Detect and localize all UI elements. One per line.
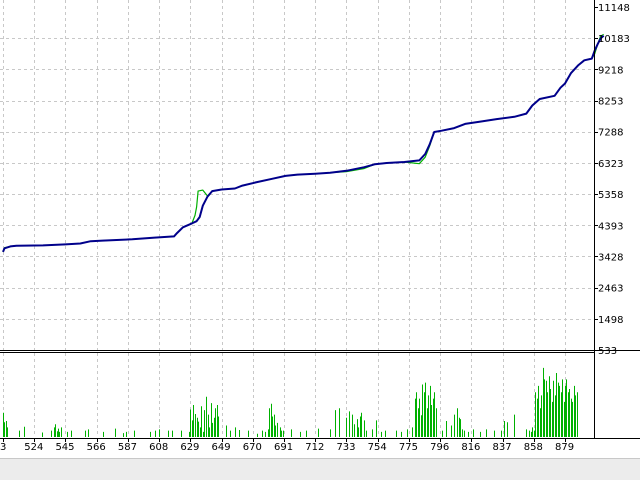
y-tick-label: 10183 (598, 34, 630, 45)
y-tick-label: 3428 (598, 252, 623, 263)
equity-line (2, 33, 604, 253)
x-tick-label: 587 (118, 442, 137, 453)
x-tick-label: 3 (0, 442, 6, 453)
trading-chart: 11148 10183 9218 8253 7288 6323 5358 4393 3428 24… (0, 0, 640, 480)
x-tick-label: 649 (212, 442, 231, 453)
x-tick-label: 816 (461, 442, 480, 453)
x-tick-label: 545 (55, 442, 74, 453)
x-tick-label: 754 (368, 442, 387, 453)
y-tick-label: 7288 (598, 128, 623, 139)
x-tick-label: 524 (24, 442, 43, 453)
status-bar (0, 458, 640, 480)
y-tick-label: 2463 (598, 284, 623, 295)
y-tick-label: 8253 (598, 97, 623, 108)
y-tick-label: 1498 (598, 315, 623, 326)
x-tick-label: 712 (305, 442, 324, 453)
chart-canvas: 11148 10183 9218 8253 7288 6323 5358 4393 3428 24… (0, 0, 640, 453)
x-axis: 3 524 545 566 587 608 629 649 670 691 712 733 754 775… (0, 438, 574, 453)
x-tick-label: 566 (87, 442, 106, 453)
y-tick-label: 5358 (598, 190, 623, 201)
y-tick-label: 533 (598, 346, 617, 357)
balance-line (2, 34, 605, 253)
x-tick-label: 670 (243, 442, 262, 453)
x-tick-label: 837 (493, 442, 512, 453)
x-tick-label: 796 (430, 442, 449, 453)
x-tick-label: 879 (555, 442, 574, 453)
y-tick-label: 4393 (598, 221, 623, 232)
x-tick-label: 775 (399, 442, 418, 453)
x-tick-label: 629 (180, 442, 199, 453)
grid-lines (0, 0, 594, 437)
y-tick-label: 6323 (598, 159, 623, 170)
x-tick-label: 733 (336, 442, 355, 453)
series-lines (2, 33, 605, 253)
x-tick-label: 608 (149, 442, 168, 453)
y-axis: 11148 10183 9218 8253 7288 6323 5358 4393 3428 24… (594, 3, 630, 357)
y-tick-label: 9218 (598, 65, 623, 76)
x-tick-label: 691 (274, 442, 293, 453)
x-tick-label: 858 (524, 442, 543, 453)
y-tick-label: 11148 (598, 3, 630, 14)
volume-bars (3, 367, 578, 437)
